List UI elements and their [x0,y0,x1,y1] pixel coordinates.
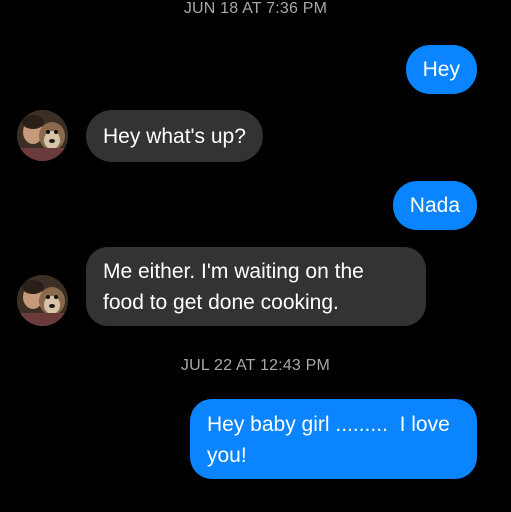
timestamp-divider: JUL 22 AT 12:43 PM [180,357,331,374]
contact-avatar[interactable] [17,110,68,161]
sent-message-bubble[interactable]: Nada [392,181,477,230]
received-message-bubble[interactable]: Hey what's up? [86,110,263,162]
sent-message-bubble[interactable]: Hey [405,45,477,94]
contact-avatar-icon [17,110,68,161]
received-message-bubble[interactable]: Me either. I'm waiting on the food to ge… [86,247,426,326]
timestamp-divider: JUN 18 AT 7:36 PM [183,0,328,17]
contact-avatar[interactable] [17,275,68,326]
sent-message-bubble[interactable]: Hey baby girl ......... I love you! [190,399,477,479]
contact-avatar-icon [17,275,68,326]
